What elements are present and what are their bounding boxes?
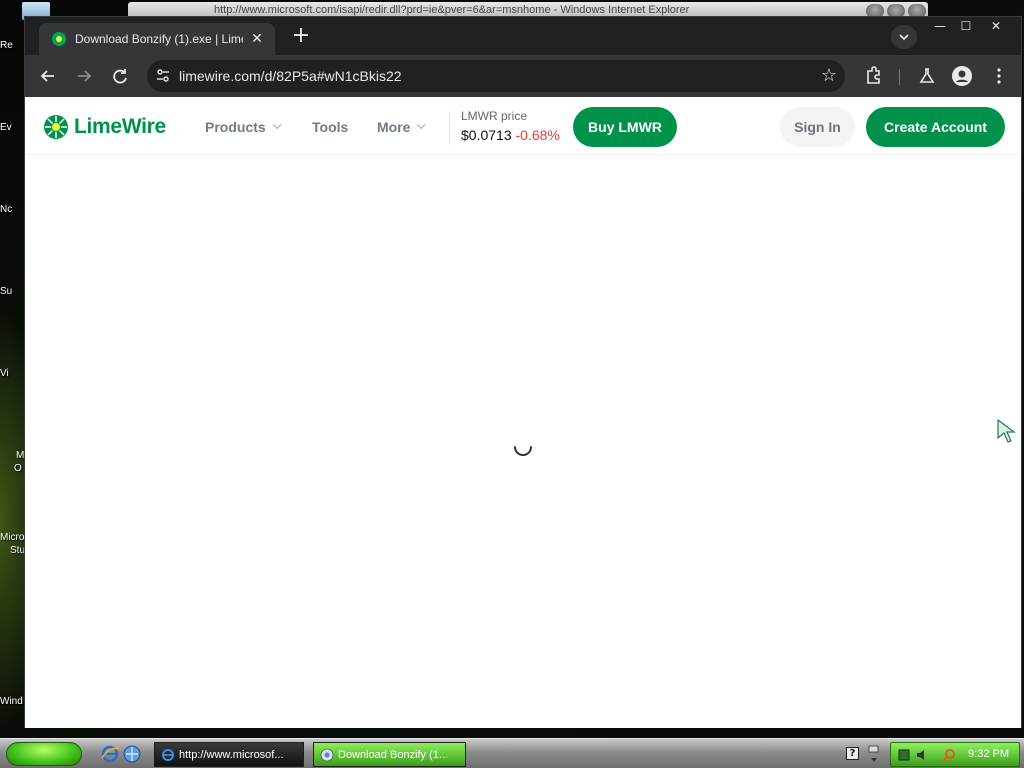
desktop-icon-label[interactable]: Re xyxy=(0,40,24,51)
back-arrow-icon[interactable] xyxy=(36,64,60,88)
url-text[interactable]: limewire.com/d/82P5a#wN1cBkis22 xyxy=(179,68,402,84)
taskbar-item-chrome[interactable]: Download Bonzify (1... xyxy=(313,742,466,767)
tab-search-button[interactable] xyxy=(891,25,917,49)
taskbar-item-ie[interactable]: http://www.microsof... xyxy=(154,742,304,767)
search-tray-icon[interactable] xyxy=(941,747,957,763)
internet-explorer-icon[interactable] xyxy=(100,744,120,764)
price-change: -0.68% xyxy=(515,127,560,143)
limewire-logo-icon xyxy=(44,115,68,139)
desktop-icon-label[interactable]: Ev xyxy=(0,122,24,133)
tab-close-icon[interactable]: ✕ xyxy=(249,31,265,47)
bookmark-star-icon[interactable]: ☆ xyxy=(821,65,837,86)
buy-lmwr-button[interactable]: Buy LMWR xyxy=(573,107,677,147)
chevron-down-icon xyxy=(417,120,426,130)
chevron-down-icon xyxy=(899,34,909,41)
loading-spinner-icon xyxy=(514,446,532,456)
header-divider xyxy=(449,111,450,145)
limewire-favicon-icon xyxy=(52,32,66,46)
limewire-logo[interactable]: LimeWire xyxy=(43,114,166,140)
forward-arrow-icon[interactable] xyxy=(72,64,96,88)
reload-icon[interactable] xyxy=(108,64,132,88)
labs-flask-icon[interactable] xyxy=(915,64,939,88)
desktop-icon-label[interactable]: Vi xyxy=(0,368,24,379)
toolbar-divider xyxy=(899,69,900,85)
price-readout: $0.0713 -0.68% xyxy=(461,127,560,143)
taskbar-item-label: Download Bonzify (1... xyxy=(338,748,449,761)
taskbar-item-label: http://www.microsof... xyxy=(179,748,284,761)
create-account-button[interactable]: Create Account xyxy=(866,107,1005,147)
chrome-icon xyxy=(320,748,334,761)
tab-strip: Download Bonzify (1).exe | LimeWire ✕ + … xyxy=(25,17,1021,55)
tray-app-icon[interactable] xyxy=(897,748,911,762)
taskbar: http://www.microsof... Download Bonzify … xyxy=(0,738,1024,768)
browser-toolbar: limewire.com/d/82P5a#wN1cBkis22 ☆ xyxy=(25,55,1021,97)
nav-products[interactable]: Products xyxy=(205,119,282,135)
start-button[interactable] xyxy=(6,742,82,766)
menu-kebab-icon[interactable] xyxy=(987,64,1011,88)
system-tray: 9:32 PM xyxy=(890,742,1020,767)
new-tab-icon[interactable]: + xyxy=(289,25,313,49)
nav-products-label: Products xyxy=(205,119,266,135)
desktop-icon-label[interactable]: Wind xyxy=(0,696,24,707)
site-info-icon[interactable] xyxy=(155,68,171,84)
address-bar[interactable]: limewire.com/d/82P5a#wN1cBkis22 ☆ xyxy=(147,60,845,92)
volume-icon[interactable] xyxy=(915,748,929,762)
extensions-icon[interactable] xyxy=(861,64,885,88)
sign-in-button[interactable]: Sign In xyxy=(780,107,855,147)
background-window-title: http://www.microsoft.com/isapi/redir.dll… xyxy=(214,4,690,16)
browser-tab[interactable]: Download Bonzify (1).exe | LimeWire ✕ xyxy=(39,23,275,55)
window-minimize-icon[interactable]: — xyxy=(927,17,953,37)
nav-more-label: More xyxy=(377,119,411,135)
clock[interactable]: 9:32 PM xyxy=(968,748,1009,760)
window-close-icon[interactable]: ✕ xyxy=(983,17,1009,37)
mouse-cursor-icon xyxy=(997,418,1016,443)
network-icon[interactable] xyxy=(866,744,882,764)
nav-tools[interactable]: Tools xyxy=(312,119,348,135)
help-icon[interactable]: ? xyxy=(846,747,859,760)
internet-explorer-icon xyxy=(162,748,174,761)
browser-window: Download Bonzify (1).exe | LimeWire ✕ + … xyxy=(24,16,1022,728)
desktop-icon-label[interactable]: Micro xyxy=(0,532,24,543)
show-desktop-icon[interactable] xyxy=(122,744,142,764)
nav-tools-label: Tools xyxy=(312,119,349,135)
profile-avatar-icon[interactable] xyxy=(950,64,974,88)
site-header: LimeWire Products Tools More LMWR price … xyxy=(25,97,1021,155)
nav-more[interactable]: More xyxy=(377,119,426,135)
desktop-icon-label[interactable]: Nc xyxy=(0,204,24,215)
web-page: LimeWire Products Tools More LMWR price … xyxy=(25,97,1021,728)
chevron-down-icon xyxy=(272,120,282,130)
desktop-icon-label[interactable]: Su xyxy=(0,286,24,297)
brand-name: LimeWire xyxy=(74,115,166,138)
price-value: $0.0713 xyxy=(461,127,512,143)
window-restore-icon[interactable]: ☐ xyxy=(953,17,979,37)
tab-title: Download Bonzify (1).exe | LimeWire xyxy=(75,32,243,46)
price-label: LMWR price xyxy=(461,109,528,123)
